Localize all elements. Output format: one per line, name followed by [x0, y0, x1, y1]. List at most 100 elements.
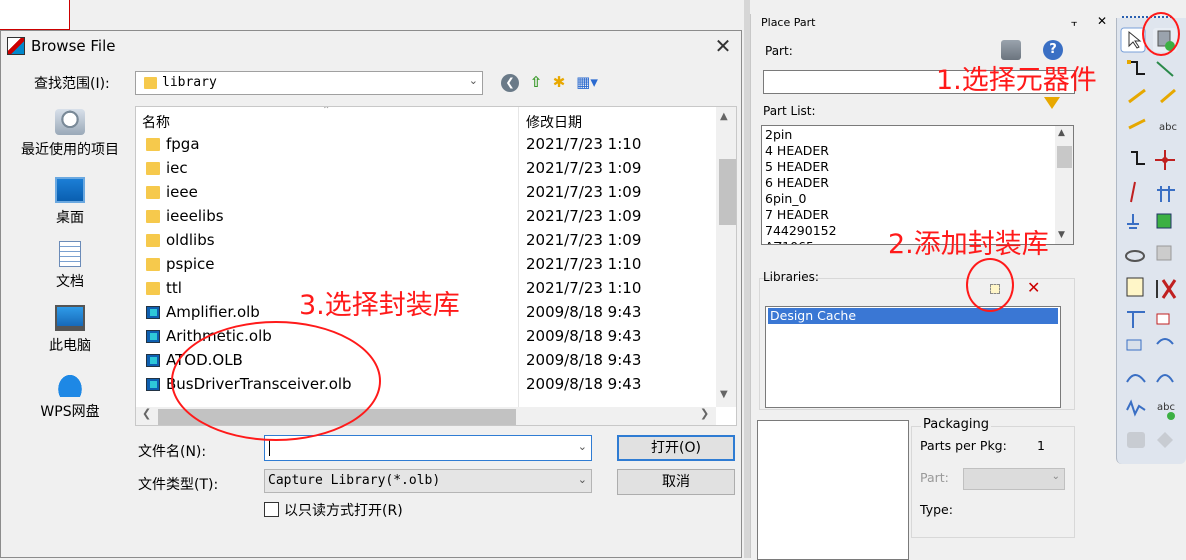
net-alias-tool-icon[interactable] — [1156, 61, 1174, 77]
filetype-dropdown[interactable]: Capture Library(*.olb) ⌄ — [264, 469, 592, 493]
port-tool-icon[interactable] — [1127, 214, 1139, 229]
documents-icon — [59, 241, 81, 267]
close-icon[interactable]: ✕ — [1097, 14, 1107, 28]
vertical-scrollbar[interactable] — [716, 107, 736, 407]
filter-icon[interactable] — [1044, 97, 1060, 109]
toolbar-icons: abc abc — [1120, 27, 1177, 448]
junction-tool-icon[interactable] — [1128, 118, 1146, 130]
bus-tool-icon[interactable] — [1128, 88, 1146, 104]
file-row[interactable]: oldlibs 2021/7/23 1:09 — [142, 229, 712, 253]
arc-tool-icon[interactable] — [1156, 313, 1170, 325]
lookin-dropdown[interactable]: library ⌄ — [135, 71, 483, 95]
wire-tool-icon[interactable] — [1127, 60, 1145, 75]
ground-tool-icon[interactable] — [1130, 181, 1136, 203]
place-pin-icon[interactable] — [1156, 213, 1172, 229]
vertical-scroll-thumb[interactable] — [719, 159, 736, 225]
library-file-icon — [146, 354, 160, 367]
file-date: 2021/7/23 1:09 — [526, 207, 642, 225]
chevron-down-icon: ⌄ — [577, 473, 587, 486]
folder-icon — [146, 210, 160, 223]
db-part-tool-icon[interactable] — [1127, 432, 1145, 448]
bezier-tool-icon[interactable] — [1156, 374, 1174, 383]
remove-library-icon[interactable]: ✕ — [1027, 278, 1040, 297]
place-documents[interactable]: 文档 — [9, 241, 131, 291]
part-list-item[interactable]: 6 HEADER — [765, 175, 829, 191]
part-list-item[interactable]: 6pin_0 — [765, 191, 807, 207]
help-icon[interactable]: ? — [1043, 40, 1063, 60]
delete-tool-icon[interactable] — [1156, 279, 1177, 299]
new-folder-icon[interactable]: ✱ — [548, 71, 570, 93]
library-file-icon — [146, 330, 160, 343]
place-this-pc[interactable]: 此电脑 — [9, 305, 131, 355]
back-icon[interactable]: ❮ — [501, 74, 519, 92]
polyline-tool-icon[interactable] — [1127, 311, 1145, 328]
file-date: 2009/8/18 9:43 — [526, 327, 642, 345]
waveform-tool-icon[interactable] — [1126, 399, 1146, 417]
part-list-item[interactable]: 744290152 — [765, 223, 837, 239]
place-desktop[interactable]: 桌面 — [9, 177, 131, 227]
scroll-down-icon[interactable]: ▼ — [1058, 230, 1065, 240]
open-button[interactable]: 打开(O) — [617, 435, 735, 461]
file-row[interactable]: fpga 2021/7/23 1:10 — [142, 133, 712, 157]
cancel-button[interactable]: 取消 — [617, 469, 735, 495]
file-name: ieeelibs — [166, 207, 224, 225]
chevron-down-icon[interactable]: ⌄ — [578, 440, 587, 453]
scroll-right-icon[interactable]: ❯ — [700, 407, 709, 420]
bus-entry-tool-icon[interactable] — [1160, 88, 1176, 104]
place-recent[interactable]: 最近使用的项目 — [9, 109, 131, 159]
text-tool-icon[interactable]: abc — [1159, 122, 1177, 133]
file-date: 2021/7/23 1:10 — [526, 255, 642, 273]
scroll-up-icon[interactable]: ▲ — [1058, 128, 1065, 138]
line-tool-icon[interactable] — [1156, 245, 1172, 261]
place-label: WPS网盘 — [40, 404, 100, 420]
off-page-tool-icon[interactable] — [1157, 186, 1175, 202]
part-list-item[interactable]: 7 HEADER — [765, 207, 829, 223]
sort-indicator-icon: ⌃ — [322, 106, 331, 116]
part-list-item[interactable]: 5 HEADER — [765, 159, 829, 175]
arc-draw-tool-icon[interactable] — [1126, 374, 1146, 383]
dialog-title: Browse File — [31, 37, 116, 55]
close-icon[interactable]: ✕ — [709, 33, 737, 59]
scroll-left-icon[interactable]: ❮ — [142, 407, 151, 420]
vertical-scrollbar[interactable] — [1055, 126, 1073, 244]
library-item[interactable]: Design Cache — [768, 308, 1058, 324]
pin-icon[interactable]: ⫟ — [1071, 16, 1078, 30]
wps-cloud-icon — [55, 371, 85, 397]
part-list-item[interactable]: AZ1065 — [765, 239, 814, 244]
part-list-item[interactable]: 4 HEADER — [765, 143, 829, 159]
file-row[interactable]: iec 2021/7/23 1:09 — [142, 157, 712, 181]
view-menu-icon[interactable]: ▦▾ — [572, 71, 602, 93]
power-tool-icon[interactable] — [1155, 150, 1175, 170]
file-row[interactable]: ieee 2021/7/23 1:09 — [142, 181, 712, 205]
search-part-icon[interactable] — [1001, 40, 1021, 60]
chevron-down-icon: ⌄ — [468, 74, 478, 87]
library-file-icon — [146, 378, 160, 391]
filename-input[interactable]: ⌄ — [264, 435, 592, 461]
scroll-up-icon[interactable]: ▲ — [720, 111, 728, 122]
readonly-checkbox[interactable] — [264, 502, 279, 517]
up-folder-icon[interactable]: ⇧ — [525, 71, 547, 93]
readonly-label[interactable]: 以只读方式打开(R) — [284, 500, 403, 520]
libraries-list[interactable]: Design Cache — [765, 306, 1061, 408]
place-label: 最近使用的项目 — [21, 142, 119, 158]
pkg-part-dropdown: ⌄ — [963, 468, 1065, 490]
part-list-item[interactable]: 2pin — [765, 127, 792, 143]
rectangle-tool-icon[interactable] — [1126, 277, 1144, 297]
text-add-tool-icon[interactable]: abc — [1157, 402, 1175, 420]
vertical-scroll-thumb[interactable] — [1057, 146, 1072, 168]
scroll-down-icon[interactable]: ▼ — [720, 389, 728, 400]
place-wps-cloud[interactable]: WPS网盘 — [9, 371, 131, 421]
file-row[interactable]: pspice 2021/7/23 1:10 — [142, 253, 712, 277]
file-name: ttl — [166, 279, 182, 297]
ellipse-tool-icon[interactable] — [1125, 250, 1145, 262]
partlist-label: Part List: — [763, 104, 816, 118]
file-row[interactable]: ieeelibs 2021/7/23 1:09 — [142, 205, 712, 229]
no-connect-tool-icon[interactable] — [1131, 151, 1145, 165]
snap-tool-icon[interactable] — [1157, 432, 1173, 448]
bookmark-tool-icon[interactable] — [1126, 339, 1142, 351]
file-name: fpga — [166, 135, 200, 153]
ieee-symbol-tool-icon[interactable] — [1156, 338, 1174, 345]
file-date: 2021/7/23 1:09 — [526, 183, 642, 201]
column-header-date[interactable]: 修改日期 — [526, 112, 582, 132]
column-header-name[interactable]: 名称 — [142, 112, 170, 132]
